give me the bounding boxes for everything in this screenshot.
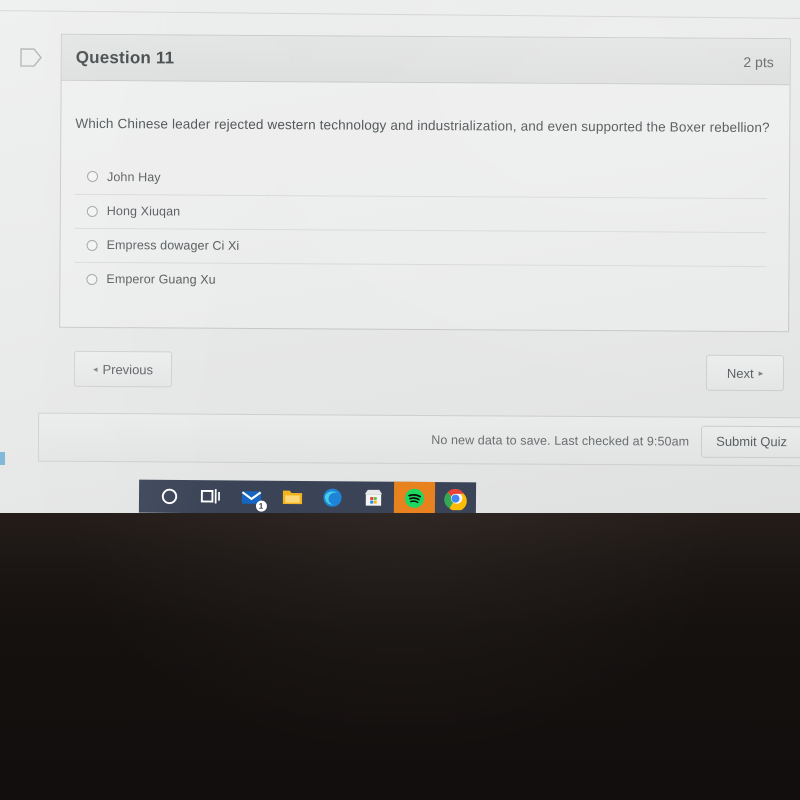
answer-options-list: John Hay Hong Xiuqan Empress dowager Ci … (74, 160, 767, 300)
chrome-browser-icon (444, 489, 467, 511)
answer-option-label: Emperor Guang Xu (106, 272, 216, 288)
chevron-left-icon: ◂ (92, 363, 98, 374)
task-view-icon (200, 489, 220, 504)
quiz-navigation: ◂ Previous Next ▸ (60, 350, 800, 396)
answer-option-label: Empress dowager Ci Xi (106, 238, 240, 254)
next-button-label: Next (726, 365, 754, 381)
question-text: Which Chinese leader rejected western te… (75, 115, 770, 136)
taskbar-item-chrome[interactable] (435, 482, 476, 515)
answer-option[interactable]: John Hay (75, 160, 767, 198)
question-body: Which Chinese leader rejected western te… (60, 81, 789, 300)
answer-option[interactable]: Empress dowager Ci Xi (74, 227, 767, 266)
taskbar-item-cortana[interactable] (149, 480, 190, 513)
question-title: Question 11 (75, 47, 175, 67)
answer-option-label: Hong Xiuqan (106, 204, 181, 219)
taskbar-item-file-explorer[interactable] (271, 481, 312, 514)
mail-unread-badge: 1 (255, 500, 267, 512)
question-card: Question 11 2 pts Which Chinese leader r… (59, 33, 791, 333)
answer-option[interactable]: Hong Xiuqan (74, 193, 767, 232)
radio-button-icon[interactable] (86, 273, 98, 285)
taskbar-item-task-view[interactable] (190, 480, 231, 513)
edge-browser-icon (323, 488, 343, 507)
quiz-save-bar: No new data to save. Last checked at 9:5… (37, 412, 800, 467)
answer-option[interactable]: Emperor Guang Xu (74, 261, 767, 300)
previous-question-button[interactable]: ◂ Previous (73, 350, 173, 388)
laptop-screen: Question 11 2 pts Which Chinese leader r… (0, 0, 800, 516)
taskbar-item-spotify[interactable] (394, 481, 436, 516)
question-header: Question 11 2 pts (61, 34, 790, 86)
submit-quiz-label: Submit Quiz (716, 433, 788, 450)
file-explorer-icon (282, 490, 302, 505)
radio-button-icon[interactable] (86, 171, 99, 183)
flag-outline-icon[interactable] (20, 48, 42, 67)
laptop-deck: RAZER F2 ⬚♪ F3 ◂♪ F4 ▭◉▭ F5 ⏮ F6 ⏯ F7 ⏭ … (0, 513, 800, 800)
spotify-icon (405, 488, 425, 508)
next-question-button[interactable]: Next ▸ (705, 354, 785, 392)
taskbar-item-edge[interactable] (312, 481, 353, 514)
save-status-text: No new data to save. Last checked at 9:5… (431, 432, 690, 449)
radio-button-icon[interactable] (86, 239, 98, 251)
radio-button-icon[interactable] (86, 205, 98, 217)
offscreen-panel-edge (0, 452, 5, 465)
chevron-right-icon: ▸ (758, 367, 764, 378)
page-divider (0, 10, 800, 19)
answer-option-label: John Hay (106, 169, 161, 185)
windows-taskbar: 1 (138, 479, 477, 516)
previous-button-label: Previous (102, 361, 154, 377)
submit-quiz-button[interactable]: Submit Quiz (701, 425, 800, 458)
cortana-icon (161, 488, 178, 505)
microsoft-store-icon (365, 489, 383, 506)
taskbar-item-microsoft-store[interactable] (353, 481, 394, 514)
question-points: 2 pts (743, 53, 774, 70)
taskbar-item-mail[interactable]: 1 (231, 480, 272, 513)
